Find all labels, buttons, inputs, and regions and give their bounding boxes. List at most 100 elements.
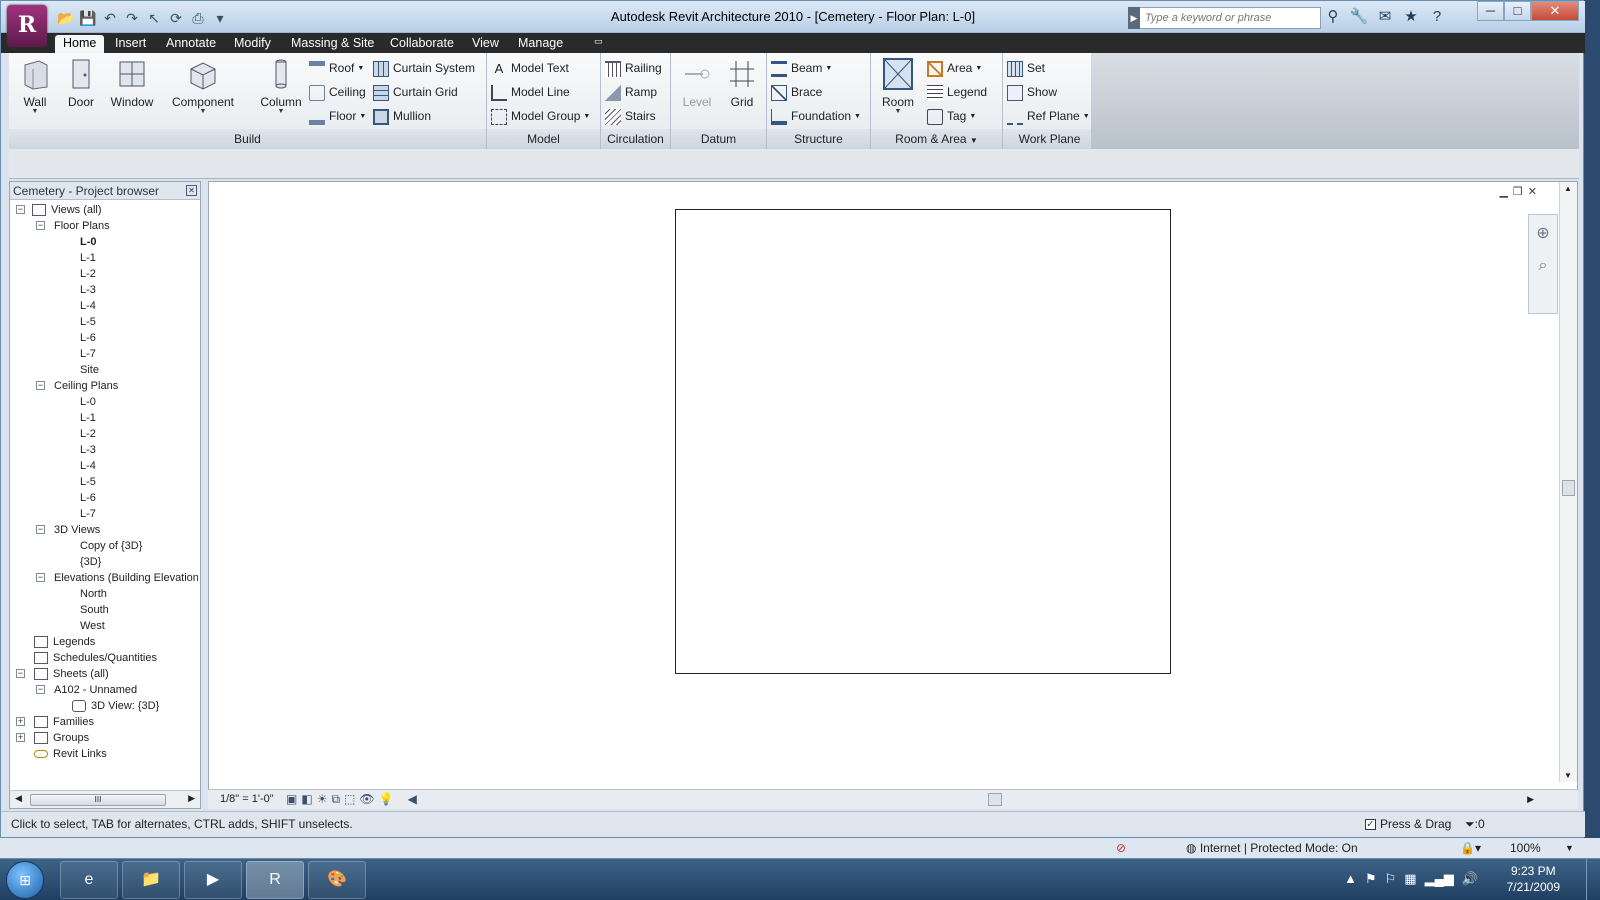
tree-leaf-ceiling-l0[interactable]: L-0 — [80, 394, 96, 410]
help-icon[interactable]: ? — [1427, 7, 1447, 27]
tree-leaf-floor-l1[interactable]: L-1 — [80, 250, 96, 266]
press-drag-toggle[interactable]: ✓ Press & Drag — [1365, 812, 1451, 836]
windows-flag-icon[interactable]: ⚑ — [1365, 871, 1377, 887]
tree-leaf-3d-copy[interactable]: Copy of {3D} — [80, 538, 142, 554]
tree-node-3d-views[interactable]: −3D Views — [36, 522, 100, 538]
room-dropdown-icon[interactable]: ▼ — [875, 108, 921, 115]
show-hidden-icons-icon[interactable]: ▲ — [1344, 871, 1357, 887]
tree-node-ceiling-plans[interactable]: − Ceiling Plans — [36, 378, 118, 394]
view-scale[interactable]: 1/8" = 1'-0" — [220, 790, 274, 808]
door-button[interactable]: Door — [59, 57, 103, 109]
beam-dropdown-icon[interactable]: ▼ — [825, 65, 832, 72]
tree-node-revit-links[interactable]: Revit Links — [34, 746, 107, 762]
zoom-level[interactable]: 100% — [1510, 838, 1541, 858]
temporary-hide-icon[interactable]: 👁 — [359, 790, 374, 808]
steering-wheel-icon[interactable]: ⊕ — [1529, 223, 1557, 243]
tree-leaf-elev-west[interactable]: West — [80, 618, 105, 634]
collapse-icon[interactable]: − — [36, 525, 45, 534]
taskbar-explorer-icon[interactable]: 📁 — [122, 861, 180, 899]
visual-style-icon[interactable]: ◧ — [301, 790, 312, 808]
level-button[interactable]: Level — [675, 57, 719, 109]
tree-node-sheets[interactable]: − Sheets (all) — [16, 666, 109, 682]
grid-button[interactable]: Grid — [721, 57, 763, 109]
clock[interactable]: 9:23 PM 7/21/2009 — [1507, 863, 1560, 895]
horizontal-scroll-thumb[interactable] — [988, 793, 1002, 806]
tree-leaf-floor-site[interactable]: Site — [80, 362, 99, 378]
network-icon[interactable]: ▦ — [1404, 871, 1416, 887]
show-crop-icon[interactable]: ⬚ — [344, 790, 355, 808]
model-group-dropdown-icon[interactable]: ▼ — [583, 113, 590, 120]
crop-region-rectangle[interactable] — [675, 209, 1171, 674]
favorites-star-icon[interactable]: ★ — [1401, 7, 1421, 27]
canvas-vertical-scrollbar[interactable]: ▲ ▼ — [1559, 182, 1577, 782]
collapse-icon[interactable]: − — [36, 573, 45, 582]
tree-leaf-sheet-3d-view[interactable]: 3D View: {3D} — [72, 698, 159, 714]
foundation-button[interactable]: Foundation ▼ — [771, 107, 861, 127]
wall-button[interactable]: Wall ▼ — [13, 57, 57, 115]
model-text-button[interactable]: A Model Text — [491, 59, 569, 79]
expand-icon[interactable]: + — [16, 717, 25, 726]
collapse-icon[interactable]: − — [16, 205, 25, 214]
action-center-icon[interactable]: ⚐ — [1385, 871, 1397, 887]
tree-leaf-ceiling-l5[interactable]: L-5 — [80, 474, 96, 490]
tree-leaf-floor-l4[interactable]: L-4 — [80, 298, 96, 314]
shadows-icon[interactable]: ☀ — [317, 790, 328, 808]
component-button[interactable]: Component ▼ — [167, 57, 239, 115]
subscription-icon[interactable]: 🔧 — [1349, 7, 1369, 27]
model-line-button[interactable]: Model Line — [491, 83, 570, 103]
application-menu-button[interactable]: R — [7, 5, 47, 47]
tree-node-families[interactable]: + Families — [16, 714, 94, 730]
tree-leaf-ceiling-l6[interactable]: L-6 — [80, 490, 96, 506]
tab-insert[interactable]: Insert — [107, 35, 154, 53]
tree-leaf-floor-l2[interactable]: L-2 — [80, 266, 96, 282]
tree-leaf-floor-l3[interactable]: L-3 — [80, 282, 96, 298]
taskbar-media-player-icon[interactable]: ▶ — [184, 861, 242, 899]
volume-icon[interactable]: 🔊 — [1462, 871, 1478, 887]
tree-leaf-3d-default[interactable]: {3D} — [80, 554, 101, 570]
panel-room-area-label[interactable]: Room & Area ▼ — [871, 129, 1002, 149]
tree-leaf-elev-north[interactable]: North — [80, 586, 107, 602]
tree-leaf-floor-l5[interactable]: L-5 — [80, 314, 96, 330]
room-button[interactable]: Room ▼ — [875, 57, 921, 115]
tree-leaf-floor-l7[interactable]: L-7 — [80, 346, 96, 362]
search-input[interactable]: Type a keyword or phrase — [1128, 7, 1321, 29]
floor-dropdown-icon[interactable]: ▼ — [359, 113, 366, 120]
detail-level-icon[interactable]: ▣ — [286, 790, 297, 808]
tab-massing-site[interactable]: Massing & Site — [283, 35, 382, 53]
tab-home[interactable]: Home — [55, 35, 105, 53]
search-expand-icon[interactable]: ▶ — [1128, 7, 1140, 29]
vertical-scroll-thumb[interactable] — [1562, 480, 1575, 496]
collapse-icon[interactable]: − — [36, 221, 45, 230]
project-browser-close-icon[interactable]: ✕ — [186, 185, 197, 196]
tree-node-elevations[interactable]: − Elevations (Building Elevation) — [36, 570, 198, 586]
expand-icon[interactable]: + — [16, 733, 25, 742]
popup-blocked-icon[interactable]: ⊘ — [1116, 838, 1126, 858]
view-minimize-icon[interactable]: ▁ — [1499, 185, 1507, 198]
collapse-icon[interactable]: − — [16, 669, 25, 678]
ceiling-button[interactable]: Ceiling — [309, 83, 366, 103]
tree-leaf-ceiling-l1[interactable]: L-1 — [80, 410, 96, 426]
component-dropdown-icon[interactable]: ▼ — [167, 108, 239, 115]
mullion-button[interactable]: Mullion — [373, 107, 431, 127]
roof-dropdown-icon[interactable]: ▼ — [357, 65, 364, 72]
foundation-dropdown-icon[interactable]: ▼ — [854, 113, 861, 120]
brace-button[interactable]: Brace — [771, 83, 822, 103]
taskbar-revit-icon[interactable]: R — [246, 861, 304, 899]
beam-button[interactable]: Beam ▼ — [771, 59, 832, 79]
minimize-button[interactable]: ─ — [1477, 1, 1504, 21]
window-button[interactable]: Window — [106, 57, 158, 109]
tag-dropdown-icon[interactable]: ▼ — [969, 113, 976, 120]
scroll-right-icon[interactable]: ▶ — [188, 793, 195, 804]
ref-plane-dropdown-icon[interactable]: ▼ — [1083, 113, 1090, 120]
tree-leaf-ceiling-l2[interactable]: L-2 — [80, 426, 96, 442]
start-button[interactable]: ⊞ — [6, 861, 44, 899]
taskbar-ie-icon[interactable]: e — [60, 861, 118, 899]
tree-node-views-all[interactable]: − Views (all) — [16, 202, 102, 218]
taskbar-paint-icon[interactable]: 🎨 — [308, 861, 366, 899]
scroll-thumb[interactable]: III — [30, 794, 166, 806]
tab-manage[interactable]: Manage — [510, 35, 571, 53]
zoom-icon[interactable]: ⌕ — [1529, 257, 1557, 275]
tree-node-floor-plans[interactable]: − Floor Plans — [36, 218, 110, 234]
maximize-button[interactable]: □ — [1504, 1, 1531, 21]
area-button[interactable]: Area ▼ — [927, 59, 982, 79]
